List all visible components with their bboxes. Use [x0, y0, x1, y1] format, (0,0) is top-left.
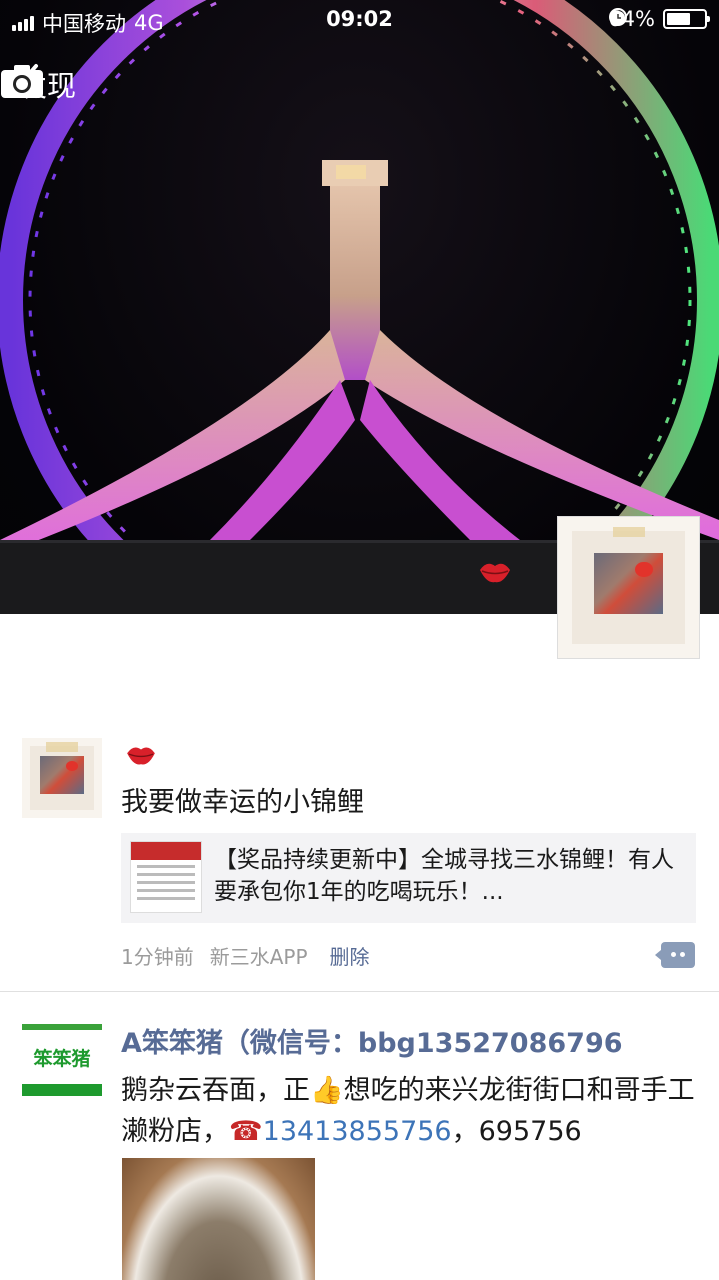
post-text: 鹅杂云吞面，正👍想吃的来兴龙街街口和哥手工濑粉店，☎13413855756，69… [121, 1075, 695, 1147]
phone-link[interactable]: 13413855756 [263, 1116, 452, 1147]
delete-button[interactable]: 删除 [330, 941, 370, 970]
divider [0, 991, 719, 992]
lips-icon [480, 563, 510, 583]
post-source[interactable]: 新三水APP [210, 941, 308, 970]
battery-icon [663, 9, 710, 29]
post-time: 1分钟前 [121, 944, 194, 969]
nav-bar: 发现 [0, 55, 719, 107]
camera-icon[interactable] [0, 63, 44, 99]
alarm-icon [611, 11, 626, 25]
post-text: 我要做幸运的小锦鲤 [121, 787, 364, 818]
comment-icon[interactable] [655, 942, 695, 968]
share-thumbnail [130, 841, 202, 913]
post-image[interactable] [122, 1158, 315, 1280]
share-card[interactable]: 【奖品持续更新中】全城寻找三水锦鲤！有人要承包你1年的吃喝玩乐！... [121, 833, 696, 923]
post-author[interactable]: A笨笨猪（微信号：bbg13527086796 [121, 1024, 696, 1064]
lips-icon [127, 747, 155, 765]
avatar-photo [594, 553, 663, 614]
post-avatar[interactable]: 笨笨猪 [22, 1024, 102, 1104]
share-title: 【奖品持续更新中】全城寻找三水锦鲤！有人要承包你1年的吃喝玩乐！... [214, 847, 674, 905]
status-bar: 中国移动 4G 09:02 64% [0, 0, 719, 40]
phone-icon: ☎ [229, 1116, 263, 1147]
profile-avatar[interactable] [557, 516, 700, 659]
post-meta: 1分钟前 新三水APP 删除 [121, 940, 696, 970]
post-avatar[interactable] [22, 738, 102, 818]
thumbs-up-icon: 👍 [310, 1075, 344, 1106]
logo-text: 笨笨猪 [33, 1048, 91, 1070]
post: 笨笨猪 A笨笨猪（微信号：bbg13527086796 鹅杂云吞面，正👍想吃的来… [0, 1024, 719, 1147]
